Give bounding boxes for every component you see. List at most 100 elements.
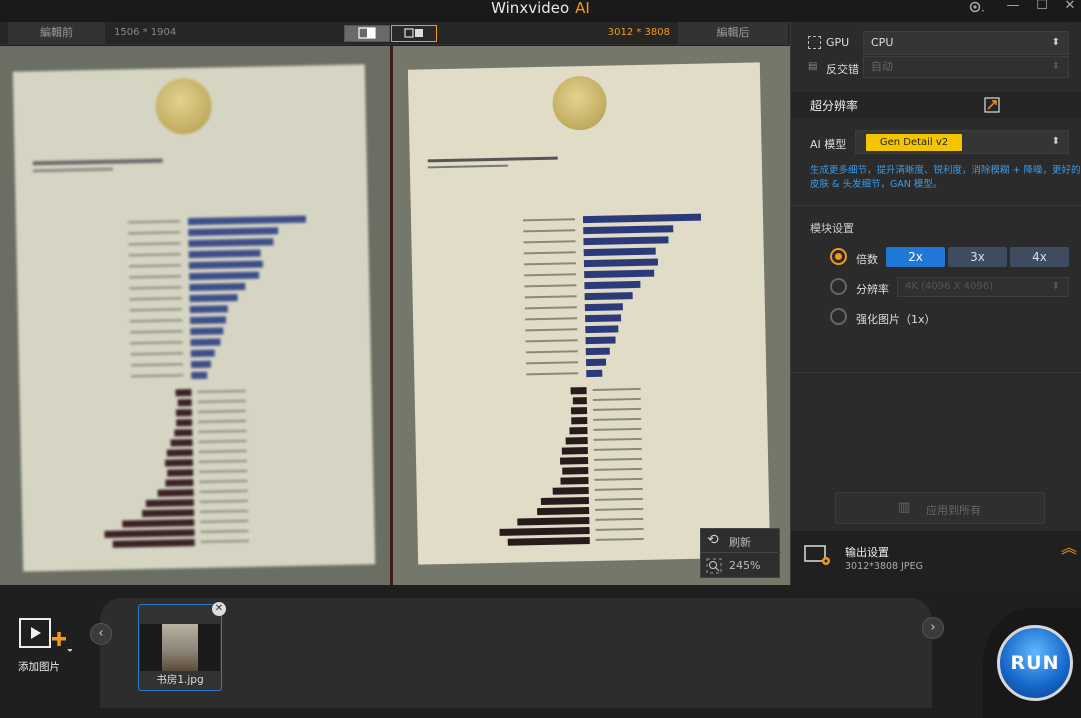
apply-all-button[interactable]: ▥ 应用到所有 bbox=[835, 492, 1045, 524]
super-resolution-title: 超分辨率 bbox=[810, 99, 859, 113]
photo-bar-label bbox=[594, 467, 643, 471]
photo-bar bbox=[188, 238, 274, 248]
photo-bar bbox=[584, 269, 655, 279]
run-button[interactable]: RUN bbox=[997, 625, 1073, 701]
expand-icon[interactable] bbox=[984, 97, 1000, 113]
photo-bar bbox=[572, 397, 587, 405]
photo-bar-label bbox=[198, 449, 247, 453]
photo-bar bbox=[190, 360, 212, 369]
output-settings-bar[interactable]: 输出设置 3012*3808 JPEG ︽ bbox=[791, 531, 1081, 585]
photo-bar-label bbox=[593, 427, 642, 431]
updown-icon: ⬍ bbox=[1051, 136, 1060, 147]
photo-bar-label bbox=[128, 242, 181, 246]
add-image-button[interactable]: 添加图片 bbox=[14, 615, 78, 675]
refresh-button[interactable]: ⟲ 刷新 bbox=[701, 529, 781, 553]
photo-bar bbox=[585, 358, 607, 367]
thumbnail-item[interactable]: 书房1.jpg bbox=[138, 604, 222, 691]
minimize-button[interactable]: — bbox=[1002, 0, 1024, 14]
photo-bar-label bbox=[129, 308, 182, 312]
photo-bar-label bbox=[198, 429, 247, 433]
photo-bar bbox=[167, 469, 194, 477]
deinterlace-select[interactable]: 自动 ⬍ bbox=[863, 56, 1069, 78]
thumbnail-name: 书房1.jpg bbox=[156, 674, 204, 686]
photo-bar bbox=[189, 294, 238, 303]
settings-gear-icon[interactable] bbox=[965, 0, 987, 14]
photo-bar-label bbox=[595, 507, 644, 511]
photo-bar bbox=[142, 509, 195, 518]
photo-bar bbox=[112, 539, 195, 548]
photo-bar-label bbox=[595, 527, 644, 531]
scroll-left-icon[interactable]: ‹ bbox=[90, 623, 112, 645]
thumbnail-image bbox=[140, 624, 220, 671]
scale-radio[interactable] bbox=[830, 248, 847, 265]
ai-model-value: Gen Detail v2 bbox=[866, 134, 962, 151]
after-tab: 編輯后 bbox=[678, 22, 788, 44]
photo-bar-label bbox=[129, 275, 182, 279]
updown-icon: ⬍ bbox=[1051, 281, 1060, 292]
photo-bar-label bbox=[129, 297, 182, 301]
photo-bar-label bbox=[199, 499, 248, 503]
photo-bar bbox=[570, 407, 588, 415]
scale-3x-button[interactable]: 3x bbox=[948, 247, 1007, 267]
gpu-select[interactable]: CPU ⬍ bbox=[863, 31, 1069, 55]
photo-bar bbox=[583, 236, 669, 246]
scale-4x-button[interactable]: 4x bbox=[1010, 247, 1069, 267]
photo-bar bbox=[170, 439, 193, 447]
photo-bar-label bbox=[198, 459, 248, 463]
app-title-ai: AI bbox=[575, 0, 590, 17]
photo-bar bbox=[175, 389, 192, 397]
photo-bar-label bbox=[130, 319, 183, 323]
collapse-up-icon[interactable]: ︽ bbox=[1061, 540, 1077, 556]
photo-bar bbox=[585, 325, 619, 334]
photo-bar-label bbox=[199, 489, 248, 493]
photo-bar bbox=[190, 349, 215, 358]
photo-bar-label bbox=[524, 306, 577, 310]
ai-model-select[interactable]: Gen Detail v2 ⬍ bbox=[855, 130, 1069, 154]
photo-bar-label bbox=[128, 264, 181, 268]
split-view-button[interactable] bbox=[391, 25, 437, 42]
resolution-radio[interactable] bbox=[830, 278, 847, 295]
scale-2x-button[interactable]: 2x bbox=[886, 247, 945, 267]
photo-bar bbox=[188, 227, 279, 237]
photo-bar-label bbox=[130, 352, 183, 356]
photo-bar bbox=[584, 303, 623, 312]
scroll-right-icon[interactable]: › bbox=[922, 617, 944, 639]
photo-bar bbox=[584, 280, 641, 290]
photo-bar-label bbox=[525, 328, 578, 332]
photo-bar bbox=[165, 479, 194, 487]
photo-bar bbox=[122, 519, 195, 528]
photo-bar bbox=[537, 507, 590, 516]
photo-bar bbox=[585, 314, 622, 323]
close-button[interactable]: ✕ bbox=[1059, 0, 1081, 14]
photo-bar-label bbox=[524, 273, 577, 277]
photo-bar bbox=[571, 417, 588, 425]
photo-bar bbox=[569, 427, 588, 435]
maximize-button[interactable]: ☐ bbox=[1031, 0, 1053, 14]
photo-bar-label bbox=[523, 229, 576, 233]
photo-bar bbox=[583, 258, 659, 268]
photo-bar-label bbox=[593, 437, 642, 441]
before-document-image bbox=[12, 64, 376, 572]
zoom-button[interactable]: 245% bbox=[701, 554, 781, 578]
resolution-select[interactable]: 4K (4096 X 4096) ⬍ bbox=[897, 277, 1069, 297]
photo-bar-label bbox=[523, 218, 576, 222]
after-preview[interactable]: ⟲ 刷新 245% bbox=[393, 46, 790, 585]
photo-bar-label bbox=[594, 487, 643, 491]
single-view-button[interactable] bbox=[344, 25, 390, 42]
photo-bar bbox=[145, 499, 194, 508]
photo-bar bbox=[157, 489, 194, 497]
enhance-radio[interactable] bbox=[830, 308, 847, 325]
add-image-label: 添加图片 bbox=[18, 661, 60, 673]
photo-bar bbox=[177, 399, 192, 407]
photo-bar bbox=[586, 369, 603, 378]
after-document-image bbox=[407, 62, 771, 565]
photo-bar-label bbox=[199, 469, 248, 473]
photo-bar bbox=[189, 316, 227, 325]
before-preview[interactable] bbox=[0, 46, 390, 585]
photo-bar-label bbox=[200, 529, 249, 533]
photo-bar-label bbox=[523, 251, 576, 255]
photo-bar-label bbox=[594, 477, 643, 481]
photo-bar-label bbox=[592, 387, 641, 391]
remove-thumbnail-icon[interactable]: ✕ bbox=[212, 602, 226, 616]
photo-bar-label bbox=[200, 519, 249, 523]
